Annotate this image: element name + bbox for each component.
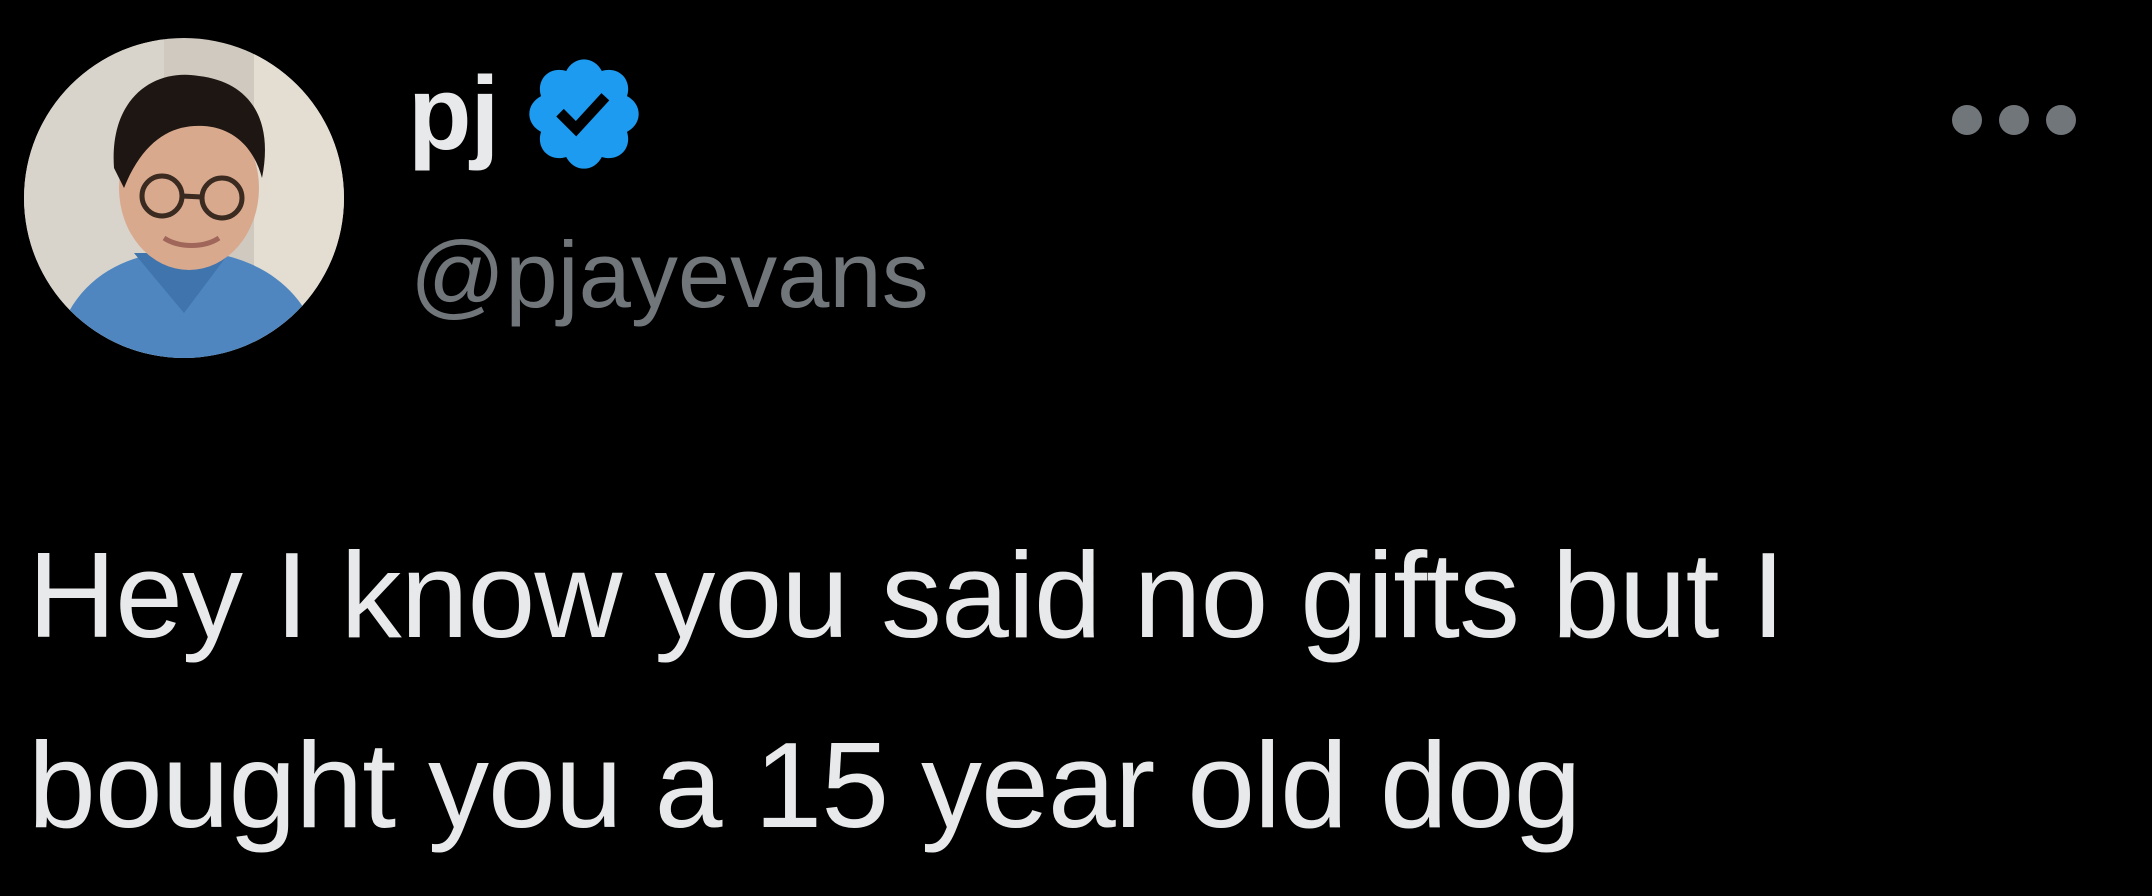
author-handle[interactable]: @pjayevans — [410, 228, 929, 322]
avatar-photo-icon — [24, 38, 344, 358]
more-horizontal-icon-dot — [1999, 105, 2029, 135]
tweet-text-line: bought you a 15 year old dog — [28, 717, 1581, 853]
more-options-button[interactable] — [1952, 98, 2076, 142]
tweet-text: Hey I know you said no gifts but I bough… — [28, 500, 2118, 880]
author-name-row: pj — [408, 54, 648, 174]
more-horizontal-icon — [1952, 105, 1982, 135]
verified-badge-icon — [520, 50, 648, 178]
more-horizontal-icon-dot — [2046, 105, 2076, 135]
author-avatar[interactable] — [24, 38, 344, 358]
tweet-text-line: Hey I know you said no gifts but I — [28, 527, 1785, 663]
author-display-name[interactable]: pj — [408, 62, 499, 166]
tweet: pj @pjayevans Hey I know you said no gif… — [0, 0, 2152, 896]
